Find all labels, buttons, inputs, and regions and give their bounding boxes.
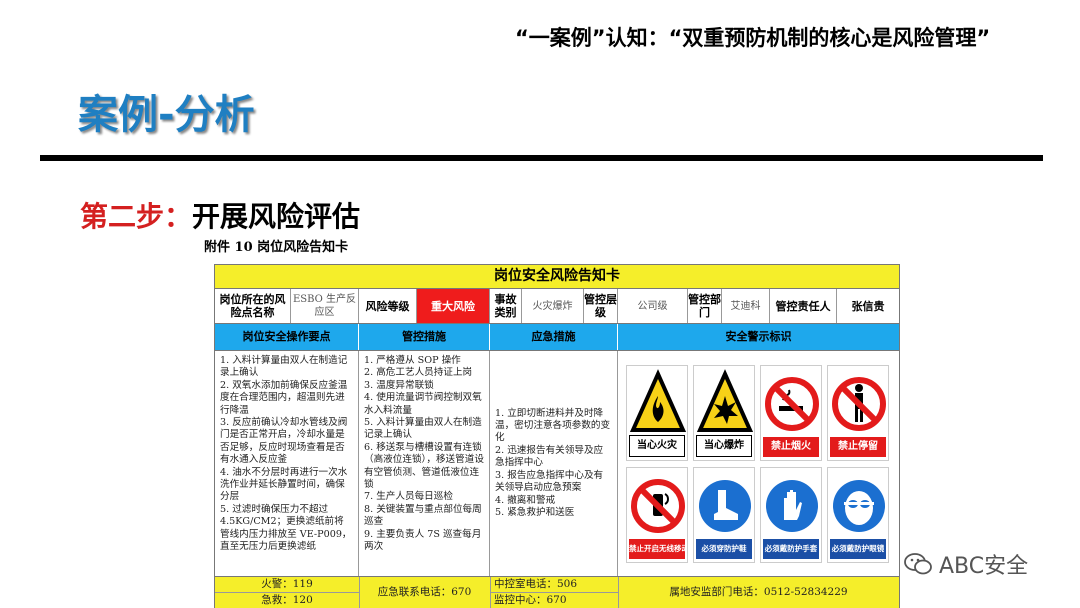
info-row: 岗位所在的风险点名称 ESBO 生产反应区 风险等级 重大风险 事故类别 火灾爆… <box>215 289 899 324</box>
measure-item: 1. 严格遵从 SOP 操作 <box>364 355 461 366</box>
sign-safety-shoes: 必须穿防护鞋 <box>693 467 755 563</box>
incident-type-label: 事故类别 <box>490 289 522 323</box>
owner-label: 管控责任人 <box>770 289 837 323</box>
watermark-text: ABC安全 <box>939 554 1029 579</box>
owner-value: 张信贵 <box>851 299 885 313</box>
sign-goggles: 必须戴防护眼镜 <box>827 467 889 563</box>
sign-no-smoking: 禁止烟火 <box>760 365 822 461</box>
sign-no-phone: 禁止开启无线移动通讯设备 <box>626 467 688 563</box>
emergency-item: 3. 报告应急指挥中心及有关领导启动应急预案 <box>495 469 604 494</box>
sign-explosion: 当心爆炸 <box>693 365 755 461</box>
risk-level-value: 重大风险 <box>417 289 490 323</box>
control-dept-label: 管控部门 <box>688 289 722 323</box>
measures-header: 管控措施 <box>359 324 490 350</box>
measure-item: 6. 移送泵与槽槽设置有连锁（高液位连锁），移送管道设有空管侦测、管道低液位连锁 <box>364 441 484 491</box>
measure-item: 7. 生产人员每日巡检 <box>364 491 453 503</box>
measures-column: 1. 严格遵从 SOP 操作 2. 高危工艺人员持证上岗 3. 温度异常联锁 4… <box>359 351 490 576</box>
measure-item: 3. 温度异常联锁 <box>364 379 434 391</box>
no-smoking-icon <box>765 377 819 431</box>
section-header-row: 岗位安全操作要点 管控措施 应急措施 安全警示标识 <box>215 324 899 351</box>
emergency-contact-phone: 应急联系电话：670 <box>377 586 472 598</box>
gloves-icon <box>766 480 818 532</box>
measure-item: 5. 入料计算量由双人在制造记录上确认 <box>364 417 482 441</box>
footer-divider <box>215 592 359 593</box>
sign-label: 禁止停留 <box>830 437 886 457</box>
fire-warning-icon <box>629 369 687 432</box>
monitor-center-phone: 监控中心：670 <box>494 594 567 606</box>
footer-divider <box>359 577 360 608</box>
sign-label: 当心爆炸 <box>696 435 752 457</box>
measure-item: 4. 使用流量调节阀控制双氧水入料流量 <box>364 392 482 416</box>
control-room-phone: 中控室电话：506 <box>494 578 578 590</box>
emergency-header: 应急措施 <box>490 324 618 350</box>
content-row: 1. 入料计算量由双人在制造记录上确认 2. 双氧水添加前确保反应釜温度在合理范… <box>215 351 899 576</box>
ops-item: 4. 油水不分层时再进行一次水洗作业并延长静置时间，确保分层 <box>220 466 348 503</box>
measure-item: 2. 高危工艺人员持证上岗 <box>364 367 473 379</box>
sign-label: 禁止开启无线移动通讯设备 <box>629 539 685 559</box>
sign-label: 必须穿防护鞋 <box>696 539 752 559</box>
risk-level-label: 风险等级 <box>359 289 417 323</box>
attachment-caption: 附件 10 岗位风险告知卡 <box>204 240 349 255</box>
emergency-item: 5. 紧急救护和送医 <box>495 506 575 518</box>
ops-item: 3. 反应前确认冷却水管线及阀门是否正常开启，冷却水量是否足够，反应时现场查看是… <box>220 417 348 466</box>
control-level-value: 公司级 <box>618 289 688 323</box>
ops-header: 岗位安全操作要点 <box>215 324 359 350</box>
card-title: 岗位安全风险告知卡 <box>215 265 899 289</box>
ops-item: 5. 过滤时确保压力不超过 4.5KG/CM2；更换滤纸前将管线内压力排放至 V… <box>220 503 352 553</box>
sign-label: 必须戴防护手套 <box>763 539 819 559</box>
watermark: ABC安全 <box>903 548 1028 580</box>
emergency-column: 1. 立即切断进料并及时降温，密切注意各项参数的变化 2. 迅速报告有关领导及应… <box>490 351 618 576</box>
footer-divider <box>490 592 618 593</box>
top-caption: “一案例”认知：“双重预防机制的核心是风险管理” <box>515 26 991 50</box>
post-label: 岗位所在的风险点名称 <box>215 289 291 323</box>
sign-no-loitering: 禁止停留 <box>827 365 889 461</box>
step-heading: 第二步：开展风险评估 <box>80 195 360 235</box>
no-phone-icon <box>631 479 685 533</box>
goggles-icon <box>833 480 885 532</box>
step-title: 开展风险评估 <box>192 200 361 233</box>
post-value: ESBO 生产反应区 <box>291 289 359 323</box>
sign-label: 禁止烟火 <box>763 437 819 457</box>
emergency-item: 4. 撤离和警戒 <box>495 494 556 506</box>
footer-divider <box>618 577 619 608</box>
no-loitering-icon <box>832 377 886 431</box>
measure-item: 8. 关键装置与重点部位每周巡查 <box>364 503 482 528</box>
signs-header: 安全警示标识 <box>725 330 792 343</box>
emergency-item: 1. 立即切断进料并及时降温，密切注意各项参数的变化 <box>495 407 611 444</box>
emergency-item: 2. 迅速报告有关领导及应急指挥中心 <box>495 444 604 469</box>
page-title: 案例-分析 <box>78 92 255 138</box>
contact-footer: 火警：119 急救：120 应急联系电话：670 中控室电话：506 监控中心：… <box>215 576 899 608</box>
safety-shoes-icon <box>699 480 751 532</box>
footer-divider <box>490 577 491 608</box>
measure-item: 9. 主要负责人 7S 巡查每月两次 <box>364 528 482 553</box>
warning-signs-panel: 当心火灾 当心爆炸 禁止烟火 禁止停留 禁止开启无线移 必须穿防护鞋 必须戴防护… <box>618 351 899 576</box>
incident-type-value: 火灾爆炸 <box>522 289 584 323</box>
ambulance-phone: 急救：120 <box>261 594 313 606</box>
fire-phone: 火警：119 <box>261 578 313 590</box>
ops-item: 1. 入料计算量由双人在制造记录上确认 <box>220 355 348 379</box>
ops-column: 1. 入料计算量由双人在制造记录上确认 2. 双氧水添加前确保反应釜温度在合理范… <box>215 351 359 576</box>
supervision-phone: 属地安监部门电话：0512-52834229 <box>669 586 848 598</box>
title-divider <box>40 155 1043 161</box>
wechat-icon <box>904 553 932 575</box>
ops-item: 2. 双氧水添加前确保反应釜温度在合理范围内，超温则先进行降温 <box>220 379 348 416</box>
sign-gloves: 必须戴防护手套 <box>760 467 822 563</box>
control-level-label: 管控层级 <box>584 289 618 323</box>
sign-label: 必须戴防护眼镜 <box>830 539 886 559</box>
control-dept-value: 艾迪科 <box>722 289 770 323</box>
sign-fire: 当心火灾 <box>626 365 688 461</box>
sign-label: 当心火灾 <box>629 435 685 457</box>
step-lead: 第二步： <box>80 200 193 233</box>
risk-notification-card: 岗位安全风险告知卡 岗位所在的风险点名称 ESBO 生产反应区 风险等级 重大风… <box>214 264 900 608</box>
explosion-warning-icon <box>696 369 754 432</box>
